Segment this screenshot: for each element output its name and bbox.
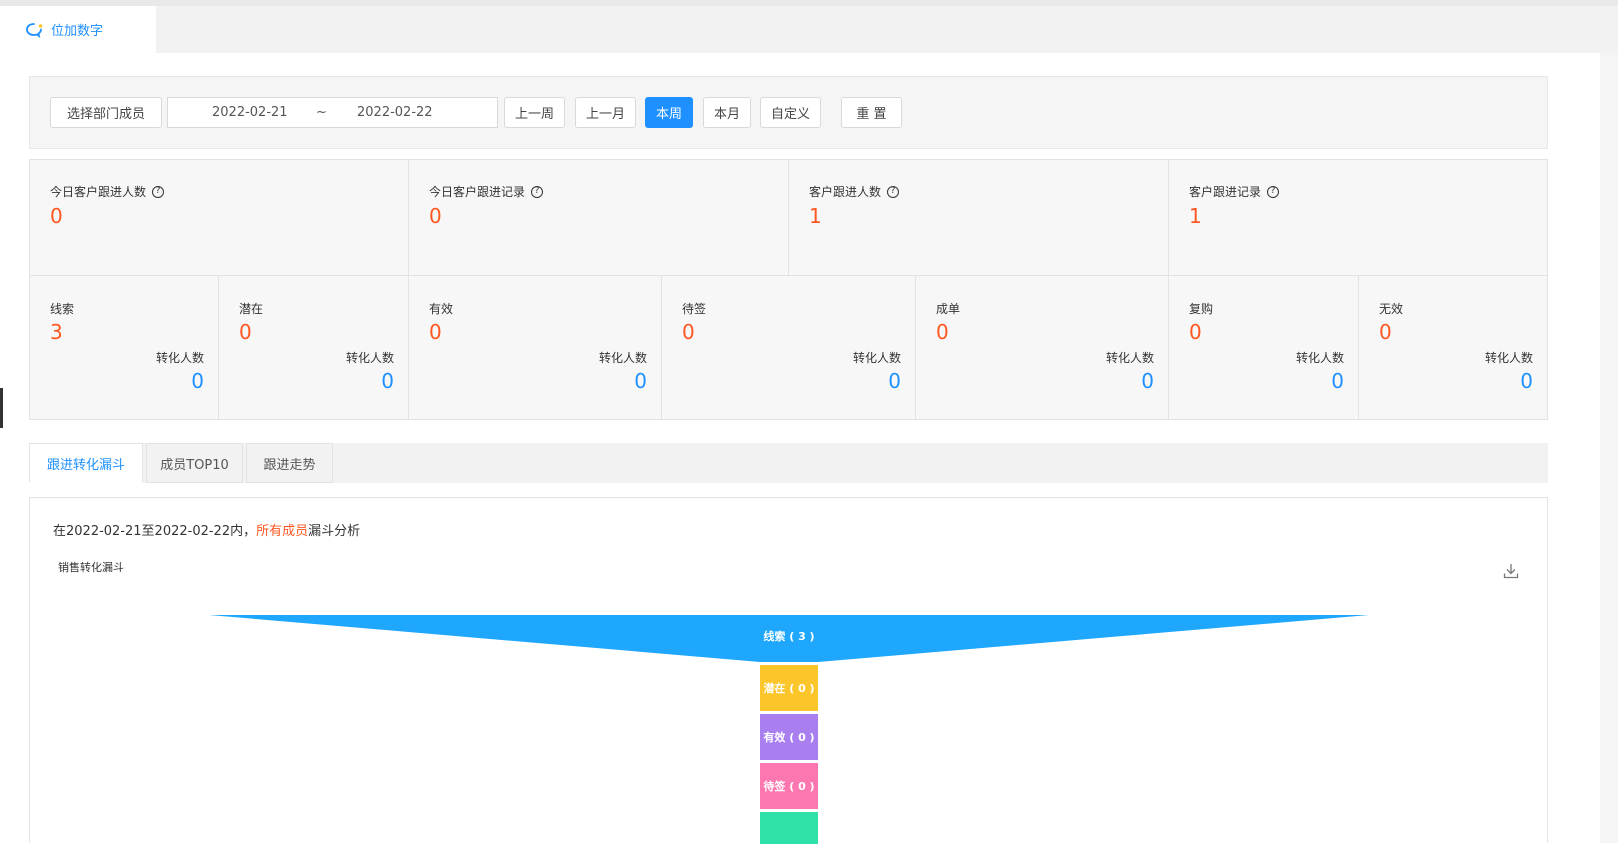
stage-value: 3 xyxy=(50,320,63,344)
help-icon[interactable]: ? xyxy=(152,185,165,198)
conversion-value: 0 xyxy=(1520,369,1533,393)
funnel-panel: 在2022-02-21至2022-02-22内，所有成员漏斗分析 销售转化漏斗 … xyxy=(29,497,1548,844)
stage-label: 复购 xyxy=(1189,302,1214,316)
funnel-stage[interactable]: 有效 ( 0 ) xyxy=(760,714,818,760)
date-separator: ~ xyxy=(316,105,327,120)
stage-label: 待签 xyxy=(682,302,707,316)
funnel-segment xyxy=(760,812,818,844)
stage-card: 线索 3 转化人数 0 xyxy=(30,276,219,420)
app-tab[interactable]: 位加数字 xyxy=(9,6,156,53)
stage-value: 0 xyxy=(239,320,252,344)
stage-card: 成单 0 转化人数 0 xyxy=(916,276,1169,420)
funnel-stage[interactable]: 潜在 ( 0 ) xyxy=(760,665,818,711)
stat-value: 1 xyxy=(1189,204,1202,228)
analysis-tabs: 跟进转化漏斗 成员TOP10 跟进走势 xyxy=(29,443,1548,483)
stage-value: 0 xyxy=(682,320,695,344)
app-tab-title: 位加数字 xyxy=(51,24,104,39)
stage-label: 成单 xyxy=(936,302,961,316)
stat-card: 今日客户跟进记录? 0 xyxy=(409,160,789,275)
stage-value: 0 xyxy=(429,320,442,344)
stat-label: 客户跟进记录? xyxy=(1189,183,1280,200)
custom-range-button[interactable]: 自定义 xyxy=(760,97,821,128)
summary-stats-row: 今日客户跟进人数? 0 今日客户跟进记录? 0 客户跟进人数? 1 客户跟进记录… xyxy=(30,160,1547,276)
conversion-label: 转化人数 xyxy=(598,351,647,365)
tab-top10[interactable]: 成员TOP10 xyxy=(146,443,243,483)
conversion-label: 转化人数 xyxy=(1295,351,1344,365)
conversion-label: 转化人数 xyxy=(852,351,901,365)
stage-value: 0 xyxy=(936,320,949,344)
reset-button[interactable]: 重 置 xyxy=(841,97,902,128)
date-range-picker[interactable]: 2022-02-21 ~ 2022-02-22 xyxy=(167,97,498,128)
stage-value: 0 xyxy=(1189,320,1202,344)
conversion-value: 0 xyxy=(381,369,394,393)
stat-card: 今日客户跟进人数? 0 xyxy=(30,160,409,275)
conversion-label: 转化人数 xyxy=(1484,351,1533,365)
chat-bubble-icon xyxy=(26,22,43,38)
stat-label: 今日客户跟进人数? xyxy=(50,183,165,200)
funnel-stage-label: 有效 ( 0 ) xyxy=(763,730,814,744)
conversion-value: 0 xyxy=(1141,369,1154,393)
stage-card: 有效 0 转化人数 0 xyxy=(409,276,662,420)
stat-label: 今日客户跟进记录? xyxy=(429,183,544,200)
conversion-value: 0 xyxy=(191,369,204,393)
stat-card: 客户跟进人数? 1 xyxy=(789,160,1169,275)
conversion-value: 0 xyxy=(634,369,647,393)
stage-label: 潜在 xyxy=(239,302,264,316)
conversion-value: 0 xyxy=(1331,369,1344,393)
stat-value: 0 xyxy=(429,204,442,228)
help-icon[interactable]: ? xyxy=(1267,185,1280,198)
stat-label: 客户跟进人数? xyxy=(809,183,900,200)
stage-card: 潜在 0 转化人数 0 xyxy=(219,276,409,420)
left-edge-marker xyxy=(0,388,3,428)
stage-stats-row: 线索 3 转化人数 0 潜在 0 转化人数 0 有效 0 转化人数 0 待签 0… xyxy=(30,276,1547,420)
conversion-value: 0 xyxy=(888,369,901,393)
stage-card: 待签 0 转化人数 0 xyxy=(662,276,916,420)
stat-card: 客户跟进记录? 1 xyxy=(1169,160,1547,275)
funnel-stage-label: 待签 ( 0 ) xyxy=(762,779,814,793)
select-members-button[interactable]: 选择部门成员 xyxy=(50,97,162,128)
stage-label: 无效 xyxy=(1379,302,1404,316)
date-end[interactable]: 2022-02-22 xyxy=(357,105,433,120)
prev-week-button[interactable]: 上一周 xyxy=(504,97,565,128)
tab-trend[interactable]: 跟进走势 xyxy=(246,443,333,483)
filter-bar: 选择部门成员 2022-02-21 ~ 2022-02-22 上一周 上一月 本… xyxy=(29,76,1548,149)
stage-label: 线索 xyxy=(50,302,75,316)
date-start[interactable]: 2022-02-21 xyxy=(212,105,288,120)
app-tab-strip: 位加数字 xyxy=(9,6,1618,53)
prev-month-button[interactable]: 上一月 xyxy=(575,97,636,128)
funnel-stage[interactable] xyxy=(760,812,818,844)
right-scroll-area xyxy=(1600,53,1618,843)
help-icon[interactable]: ? xyxy=(531,185,544,198)
conversion-label: 转化人数 xyxy=(1105,351,1154,365)
help-icon[interactable]: ? xyxy=(887,185,900,198)
this-month-button[interactable]: 本月 xyxy=(703,97,751,128)
funnel-chart: 线索 ( 3 ) 潜在 ( 0 ) 有效 ( 0 ) 待签 ( 0 ) xyxy=(209,615,1369,844)
this-week-button[interactable]: 本周 xyxy=(645,97,693,128)
conversion-label: 转化人数 xyxy=(345,351,394,365)
stage-label: 有效 xyxy=(429,302,454,316)
stage-value: 0 xyxy=(1379,320,1392,344)
funnel-stage-label: 线索 ( 3 ) xyxy=(763,629,814,643)
stat-value: 1 xyxy=(809,204,822,228)
funnel-stage[interactable]: 线索 ( 3 ) xyxy=(209,615,1369,662)
conversion-label: 转化人数 xyxy=(155,351,204,365)
funnel-stage[interactable]: 待签 ( 0 ) xyxy=(760,763,818,809)
funnel-stage-label: 潜在 ( 0 ) xyxy=(763,681,814,695)
stage-card: 复购 0 转化人数 0 xyxy=(1169,276,1359,420)
tab-funnel[interactable]: 跟进转化漏斗 xyxy=(29,443,143,483)
stats-panel: 今日客户跟进人数? 0 今日客户跟进记录? 0 客户跟进人数? 1 客户跟进记录… xyxy=(29,159,1548,420)
stat-value: 0 xyxy=(50,204,63,228)
stage-card: 无效 0 转化人数 0 xyxy=(1359,276,1547,420)
